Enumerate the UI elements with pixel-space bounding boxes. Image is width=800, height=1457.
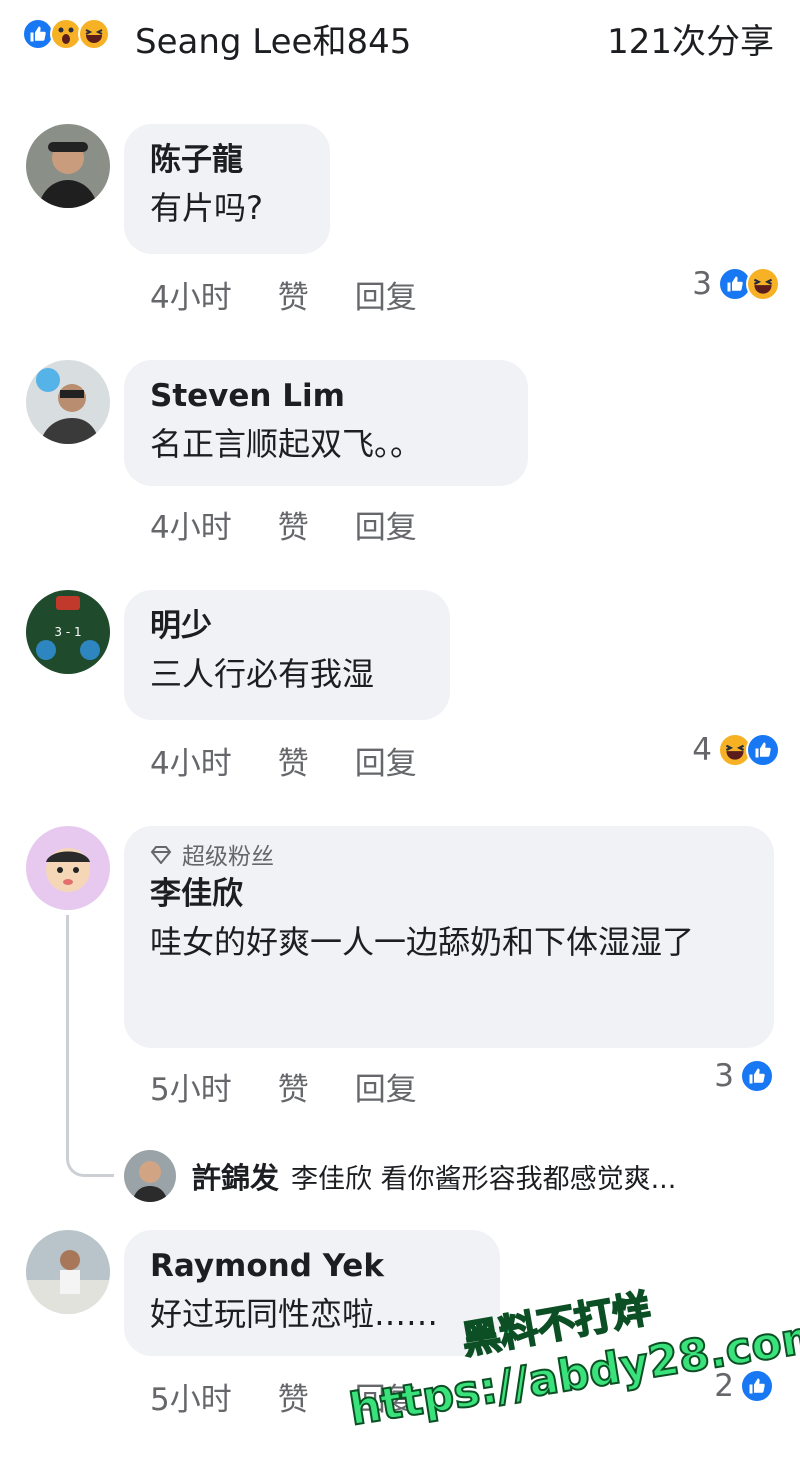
avatar[interactable]	[26, 124, 110, 208]
reaction-count: 3	[692, 266, 712, 302]
commenter-name[interactable]: Steven Lim	[150, 374, 502, 418]
like-button[interactable]: 赞	[278, 272, 309, 317]
like-button[interactable]: 赞	[278, 1374, 309, 1419]
reply-button[interactable]: 回复	[355, 502, 417, 547]
svg-text:3 - 1: 3 - 1	[54, 625, 81, 639]
reply-button[interactable]: 回复	[355, 1064, 417, 1109]
commenter-name[interactable]: Raymond Yek	[150, 1244, 474, 1288]
comment-text: 哇女的好爽一人一边舔奶和下体湿湿了	[150, 923, 695, 961]
reactions-header: Seang Lee和845 121次分享	[0, 0, 800, 80]
badge-label: 超级粉丝	[182, 844, 274, 870]
comment-time[interactable]: 4小时	[150, 272, 232, 317]
comment-text: 有片吗?	[150, 189, 263, 227]
comment-actions: 5小时 赞 回复	[150, 1064, 463, 1109]
comment-bubble[interactable]: 陈子龍 有片吗?	[124, 124, 330, 254]
like-button[interactable]: 赞	[278, 502, 309, 547]
avatar[interactable]	[26, 360, 110, 444]
comment-text: 三人行必有我湿	[150, 655, 375, 693]
comment-actions: 4小时 赞 回复	[150, 502, 463, 547]
like-icon	[740, 1369, 774, 1403]
commenter-name[interactable]: 陈子龍	[150, 138, 304, 182]
like-button[interactable]: 赞	[278, 1064, 309, 1109]
commenter-name[interactable]: 李佳欣	[150, 872, 748, 916]
reaction-icons[interactable]	[22, 18, 110, 50]
like-icon	[740, 1059, 774, 1093]
haha-icon	[746, 267, 780, 301]
shares-count[interactable]: 121次分享	[607, 14, 774, 63]
reply-author[interactable]: 許錦发	[192, 1155, 279, 1197]
comment-actions: 4小时 赞 回复	[150, 738, 463, 783]
like-icon	[746, 733, 780, 767]
comment-time[interactable]: 5小时	[150, 1374, 232, 1419]
comment-time[interactable]: 4小时	[150, 502, 232, 547]
comment-bubble[interactable]: 明少 三人行必有我湿	[124, 590, 450, 720]
avatar[interactable]	[26, 826, 110, 910]
reply-preview[interactable]: 許錦发 李佳欣 看你酱形容我都感觉爽...	[124, 1150, 784, 1202]
comment-time[interactable]: 4小时	[150, 738, 232, 783]
reply-text: 李佳欣 看你酱形容我都感觉爽...	[291, 1163, 677, 1195]
avatar[interactable]	[26, 1230, 110, 1314]
comment-reactions[interactable]: 3	[692, 266, 780, 302]
reply-button[interactable]: 回复	[355, 272, 417, 317]
avatar[interactable]	[124, 1150, 176, 1202]
comment-reactions[interactable]: 4	[692, 732, 780, 768]
diamond-icon	[150, 842, 172, 872]
reply-button[interactable]: 回复	[355, 738, 417, 783]
commenter-name[interactable]: 明少	[150, 604, 424, 648]
haha-icon	[78, 18, 110, 50]
reaction-count: 3	[714, 1058, 734, 1094]
top-fan-badge: 超级粉丝	[150, 842, 748, 872]
reaction-count: 4	[692, 732, 712, 768]
comment-bubble[interactable]: Steven Lim 名正言顺起双飞。。	[124, 360, 528, 486]
thread-connector	[66, 915, 114, 1177]
like-button[interactable]: 赞	[278, 738, 309, 783]
comment-actions: 4小时 赞 回复	[150, 272, 463, 317]
comment-text: 名正言顺起双飞。。	[150, 425, 423, 463]
comment-reactions[interactable]: 3	[714, 1058, 774, 1094]
avatar[interactable]: 3 - 1	[26, 590, 110, 674]
comment-bubble[interactable]: Raymond Yek 好过玩同性恋啦……	[124, 1230, 500, 1356]
comment-bubble[interactable]: 超级粉丝 李佳欣 哇女的好爽一人一边舔奶和下体湿湿了	[124, 826, 774, 1048]
reactors-text[interactable]: Seang Lee和845	[135, 14, 411, 63]
comment-time[interactable]: 5小时	[150, 1064, 232, 1109]
comment-text: 好过玩同性恋啦……	[150, 1295, 439, 1333]
